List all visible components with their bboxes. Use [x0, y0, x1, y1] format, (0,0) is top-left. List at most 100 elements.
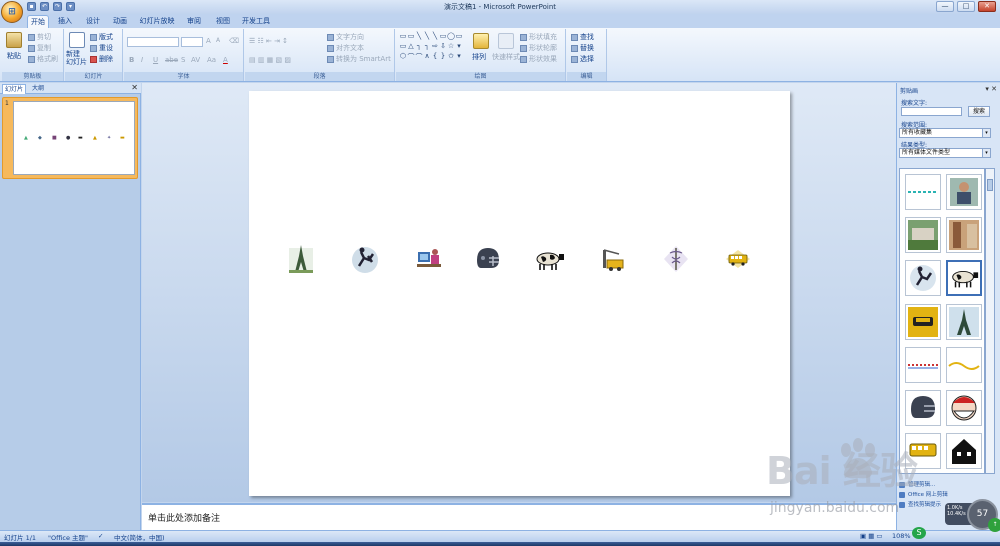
strike-button[interactable]: abe	[165, 56, 178, 64]
spacing-button[interactable]: AV	[191, 56, 200, 64]
school-bus-clipart[interactable]	[722, 242, 754, 276]
clipart-result-street-photo[interactable]	[946, 217, 982, 253]
clipart-result-cow-selected[interactable]	[946, 260, 982, 296]
scope-select[interactable]: 所有收藏集 ▾	[899, 128, 991, 138]
new-slide-icon[interactable]	[69, 32, 85, 48]
font-size-combo[interactable]	[181, 37, 203, 47]
paste-icon[interactable]	[6, 32, 22, 48]
construction-clipart[interactable]	[597, 242, 629, 276]
slides-pane-tabs: 幻灯片 大纲 ✕	[0, 83, 141, 94]
align-text-button[interactable]: 对齐文本	[327, 43, 364, 53]
search-button[interactable]: 搜索	[968, 106, 990, 117]
underline-button[interactable]: U	[153, 56, 158, 64]
clipart-result-border-red[interactable]	[905, 347, 941, 383]
tab-developer[interactable]: 开发工具	[240, 15, 272, 28]
bold-button[interactable]: B	[129, 56, 134, 64]
computer-user-clipart[interactable]	[412, 242, 444, 276]
eiffel-tower-clipart[interactable]	[285, 242, 317, 276]
shape-fill-button[interactable]: 形状填充	[520, 32, 557, 42]
scrollbar-thumb[interactable]	[987, 179, 993, 191]
replace-button[interactable]: 替换	[571, 43, 594, 53]
accelerator-icon[interactable]: ↑	[988, 518, 1000, 532]
customize-qat-icon[interactable]: ▾	[66, 2, 75, 11]
football-helmet-clipart[interactable]	[471, 242, 503, 276]
cut-button[interactable]: 剪切	[28, 32, 51, 42]
copy-button[interactable]: 复制	[28, 43, 51, 53]
quick-styles-button[interactable]: 快速样式	[492, 52, 520, 62]
shadow-button[interactable]: S	[181, 56, 185, 64]
shrink-font-button[interactable]: A	[216, 37, 220, 44]
shape-effects-button[interactable]: 形状效果	[520, 54, 557, 64]
tab-view[interactable]: 视图	[212, 15, 234, 28]
undo-icon[interactable]: ↶	[40, 2, 49, 11]
quick-styles-icon[interactable]	[498, 33, 514, 49]
tab-home[interactable]: 开始	[27, 15, 49, 28]
shapes-gallery[interactable]: ▭ ▭ ╲ ╲ ╲ ▭ ◯ ▭ ▭ △ ┐ ┐ ⇨ ⇩ ☆ ▾ ⬡ ⌒ ⌒ ∧{} ✩ ▾	[399, 32, 463, 62]
smartart-button[interactable]: 转换为 SmartArt	[327, 54, 391, 64]
tab-design[interactable]: 设计	[82, 15, 104, 28]
clipart-result-photo-person[interactable]	[946, 174, 982, 210]
change-case-button[interactable]: Aa	[207, 56, 216, 64]
clipart-scrollbar[interactable]	[985, 168, 995, 474]
arrange-button[interactable]: 排列	[472, 52, 486, 62]
slide-number: 1	[5, 100, 9, 107]
zoom-level[interactable]: 108%	[892, 532, 911, 540]
tab-insert[interactable]: 插入	[54, 15, 76, 28]
clipart-result-eiffel-tower[interactable]	[946, 304, 982, 340]
slide-thumbnail-selected[interactable]: 1 ▲ ◆ ■ ● ▬ ▲ ✦ ▬	[2, 97, 138, 179]
watermark-url: jingyan.baidu.com	[770, 500, 900, 516]
bullets-icon[interactable]: ☰ ☷ ⇤ ⇥ ↕	[249, 37, 288, 45]
font-name-combo[interactable]	[127, 37, 179, 47]
cow-clipart[interactable]	[533, 242, 565, 276]
font-color-button[interactable]: A	[223, 56, 228, 64]
shape-outline-button[interactable]: 形状轮廓	[520, 43, 557, 53]
arrange-icon[interactable]	[473, 33, 489, 49]
select-button[interactable]: 选择	[571, 54, 594, 64]
clipart-result-house[interactable]	[946, 433, 982, 469]
grow-font-button[interactable]: A	[206, 37, 211, 45]
tab-slideshow[interactable]: 幻灯片放映	[138, 15, 176, 28]
tab-animations[interactable]: 动画	[109, 15, 131, 28]
clipart-result-santa[interactable]	[946, 390, 982, 426]
clipart-result-taxi[interactable]	[905, 304, 941, 340]
tab-outline[interactable]: 大纲	[30, 84, 46, 94]
clipart-result-helmet[interactable]	[905, 390, 941, 426]
close-button[interactable]: ✕	[978, 1, 996, 12]
window-controls: — □ ✕	[936, 1, 996, 12]
layout-button[interactable]: 版式	[90, 32, 113, 42]
tab-review[interactable]: 审阅	[183, 15, 205, 28]
view-buttons[interactable]: ▣ ▦ ▭	[860, 532, 883, 540]
redo-icon[interactable]: ↷	[53, 2, 62, 11]
clipart-result-castle-photo[interactable]	[905, 217, 941, 253]
align-icons[interactable]: ▤ ▥ ▦ ▧ ▨	[249, 56, 291, 64]
clear-format-icon[interactable]: ⌫	[229, 37, 239, 45]
cursor-icon	[571, 55, 578, 63]
runner-clipart[interactable]	[349, 242, 381, 276]
task-pane-controls[interactable]: ▾ ✕	[985, 85, 997, 93]
tab-slides[interactable]: 幻灯片	[2, 84, 27, 94]
type-select[interactable]: 所有媒体文件类型 ▾	[899, 148, 991, 158]
text-direction-button[interactable]: 文字方向	[327, 32, 364, 42]
maximize-button[interactable]: □	[957, 1, 975, 12]
reset-button[interactable]: 重设	[90, 43, 113, 53]
caduceus-clipart[interactable]	[660, 242, 692, 276]
clipart-result-runner[interactable]	[905, 260, 941, 296]
pane-close-icon[interactable]: ✕	[131, 83, 138, 92]
search-input[interactable]	[901, 107, 962, 116]
clipart-result-border[interactable]	[905, 174, 941, 210]
spellcheck-icon[interactable]: ✓	[98, 532, 103, 540]
slide-thumbnail[interactable]: ▲ ◆ ■ ● ▬ ▲ ✦ ▬	[13, 101, 135, 175]
format-painter-button[interactable]: 格式刷	[28, 54, 58, 64]
slide-canvas[interactable]	[249, 91, 790, 496]
new-slide-button[interactable]: 新建 幻灯片	[66, 50, 87, 66]
find-button[interactable]: 查找	[571, 32, 594, 42]
clipart-result-wave-line[interactable]	[946, 347, 982, 383]
save-icon[interactable]: ▪	[27, 2, 36, 11]
language-indicator: 中文(简体，中国)	[114, 534, 165, 542]
paste-button[interactable]: 粘贴	[7, 51, 21, 61]
italic-button[interactable]: I	[141, 56, 143, 64]
delete-slide-button[interactable]: 删除	[90, 54, 113, 64]
input-method-icon[interactable]: S	[912, 527, 926, 539]
minimize-button[interactable]: —	[936, 1, 954, 12]
office-button[interactable]: ⊞	[1, 1, 23, 23]
